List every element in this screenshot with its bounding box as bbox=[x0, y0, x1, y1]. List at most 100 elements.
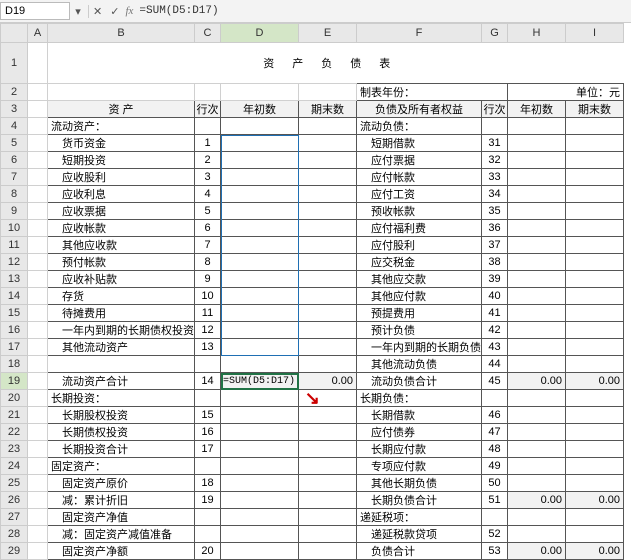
liab-cell-6[interactable]: 应付票据 bbox=[357, 152, 482, 169]
cell-I12[interactable] bbox=[566, 254, 624, 271]
cell-D26[interactable] bbox=[221, 492, 299, 509]
cell-I13[interactable] bbox=[566, 271, 624, 288]
liab-line-23[interactable]: 48 bbox=[482, 441, 508, 458]
cell-I15[interactable] bbox=[566, 305, 624, 322]
row-header-16[interactable]: 16 bbox=[1, 322, 28, 339]
cell-E28[interactable] bbox=[299, 526, 357, 543]
cell-A12[interactable] bbox=[28, 254, 48, 271]
cell-D8[interactable] bbox=[221, 186, 299, 203]
asset-line-20[interactable] bbox=[195, 390, 221, 407]
cell-A14[interactable] bbox=[28, 288, 48, 305]
asset-line-6[interactable]: 2 bbox=[195, 152, 221, 169]
liab-line-10[interactable]: 36 bbox=[482, 220, 508, 237]
cell-A9[interactable] bbox=[28, 203, 48, 220]
asset-line-19[interactable]: 14 bbox=[195, 373, 221, 390]
liab-line-28[interactable]: 52 bbox=[482, 526, 508, 543]
cell-I23[interactable] bbox=[566, 441, 624, 458]
cell-E26[interactable] bbox=[299, 492, 357, 509]
liab-line-18[interactable]: 44 bbox=[482, 356, 508, 373]
cell-I24[interactable] bbox=[566, 458, 624, 475]
liab-line-24[interactable]: 49 bbox=[482, 458, 508, 475]
liab-cell-27[interactable]: 递延税项： bbox=[357, 509, 482, 526]
asset-cell-20[interactable]: 长期投资： bbox=[48, 390, 195, 407]
cell-I18[interactable] bbox=[566, 356, 624, 373]
asset-line-23[interactable]: 17 bbox=[195, 441, 221, 458]
cell-I17[interactable] bbox=[566, 339, 624, 356]
asset-cell-11[interactable]: 其他应收款 bbox=[48, 237, 195, 254]
cell-E16[interactable] bbox=[299, 322, 357, 339]
cell-I25[interactable] bbox=[566, 475, 624, 492]
cell-D12[interactable] bbox=[221, 254, 299, 271]
cell-E27[interactable] bbox=[299, 509, 357, 526]
row-header-3[interactable]: 3 bbox=[1, 101, 28, 118]
cell-H19[interactable]: 0.00 bbox=[508, 373, 566, 390]
cell-I16[interactable] bbox=[566, 322, 624, 339]
asset-line-28[interactable] bbox=[195, 526, 221, 543]
cell-D9[interactable] bbox=[221, 203, 299, 220]
cell-A15[interactable] bbox=[28, 305, 48, 322]
liab-line-20[interactable] bbox=[482, 390, 508, 407]
cell-E20[interactable] bbox=[299, 390, 357, 407]
cell-H26[interactable]: 0.00 bbox=[508, 492, 566, 509]
asset-cell-4[interactable]: 流动资产： bbox=[48, 118, 195, 135]
column-header-F[interactable]: F bbox=[357, 24, 482, 43]
cell-E29[interactable] bbox=[299, 543, 357, 560]
cell-I6[interactable] bbox=[566, 152, 624, 169]
cell-A23[interactable] bbox=[28, 441, 48, 458]
cell-D21[interactable] bbox=[221, 407, 299, 424]
asset-line-17[interactable]: 13 bbox=[195, 339, 221, 356]
cell-I4[interactable] bbox=[566, 118, 624, 135]
cell-H21[interactable] bbox=[508, 407, 566, 424]
liab-line-6[interactable]: 32 bbox=[482, 152, 508, 169]
cell-I8[interactable] bbox=[566, 186, 624, 203]
cell-E5[interactable] bbox=[299, 135, 357, 152]
cell-blank2-2[interactable] bbox=[221, 84, 299, 101]
liab-cell-22[interactable]: 应付债券 bbox=[357, 424, 482, 441]
cell-D22[interactable] bbox=[221, 424, 299, 441]
cell-H22[interactable] bbox=[508, 424, 566, 441]
cell-H17[interactable] bbox=[508, 339, 566, 356]
liab-line-21[interactable]: 46 bbox=[482, 407, 508, 424]
row-header-27[interactable]: 27 bbox=[1, 509, 28, 526]
cell-H20[interactable] bbox=[508, 390, 566, 407]
liab-line-12[interactable]: 38 bbox=[482, 254, 508, 271]
row-header-23[interactable]: 23 bbox=[1, 441, 28, 458]
asset-line-5[interactable]: 1 bbox=[195, 135, 221, 152]
row-header-28[interactable]: 28 bbox=[1, 526, 28, 543]
cell-H6[interactable] bbox=[508, 152, 566, 169]
asset-line-13[interactable]: 9 bbox=[195, 271, 221, 288]
asset-line-24[interactable] bbox=[195, 458, 221, 475]
cell-D16[interactable] bbox=[221, 322, 299, 339]
liab-line-5[interactable]: 31 bbox=[482, 135, 508, 152]
liab-cell-11[interactable]: 应付股利 bbox=[357, 237, 482, 254]
asset-cell-26[interactable]: 减：累计折旧 bbox=[48, 492, 195, 509]
asset-line-11[interactable]: 7 bbox=[195, 237, 221, 254]
cell-D6[interactable] bbox=[221, 152, 299, 169]
cell-D24[interactable] bbox=[221, 458, 299, 475]
cell-I28[interactable] bbox=[566, 526, 624, 543]
asset-cell-27[interactable]: 固定资产净值 bbox=[48, 509, 195, 526]
cell-I10[interactable] bbox=[566, 220, 624, 237]
liab-cell-20[interactable]: 长期负债： bbox=[357, 390, 482, 407]
cell-H15[interactable] bbox=[508, 305, 566, 322]
asset-line-26[interactable]: 19 bbox=[195, 492, 221, 509]
cell-H9[interactable] bbox=[508, 203, 566, 220]
row-header-1[interactable]: 1 bbox=[1, 43, 28, 84]
asset-line-9[interactable]: 5 bbox=[195, 203, 221, 220]
cell-E14[interactable] bbox=[299, 288, 357, 305]
cell-D10[interactable] bbox=[221, 220, 299, 237]
cell-I11[interactable] bbox=[566, 237, 624, 254]
liab-cell-7[interactable]: 应付帐款 bbox=[357, 169, 482, 186]
liab-line-19[interactable]: 45 bbox=[482, 373, 508, 390]
asset-cell-25[interactable]: 固定资产原价 bbox=[48, 475, 195, 492]
asset-cell-9[interactable]: 应收票据 bbox=[48, 203, 195, 220]
cell-I21[interactable] bbox=[566, 407, 624, 424]
select-all-corner[interactable] bbox=[1, 24, 28, 43]
cell-H28[interactable] bbox=[508, 526, 566, 543]
cell-D18[interactable] bbox=[221, 356, 299, 373]
cell-H12[interactable] bbox=[508, 254, 566, 271]
cell-A2[interactable] bbox=[28, 84, 48, 101]
cell-H8[interactable] bbox=[508, 186, 566, 203]
cell-blank2-3[interactable] bbox=[299, 84, 357, 101]
name-box[interactable]: D19 bbox=[0, 2, 70, 20]
